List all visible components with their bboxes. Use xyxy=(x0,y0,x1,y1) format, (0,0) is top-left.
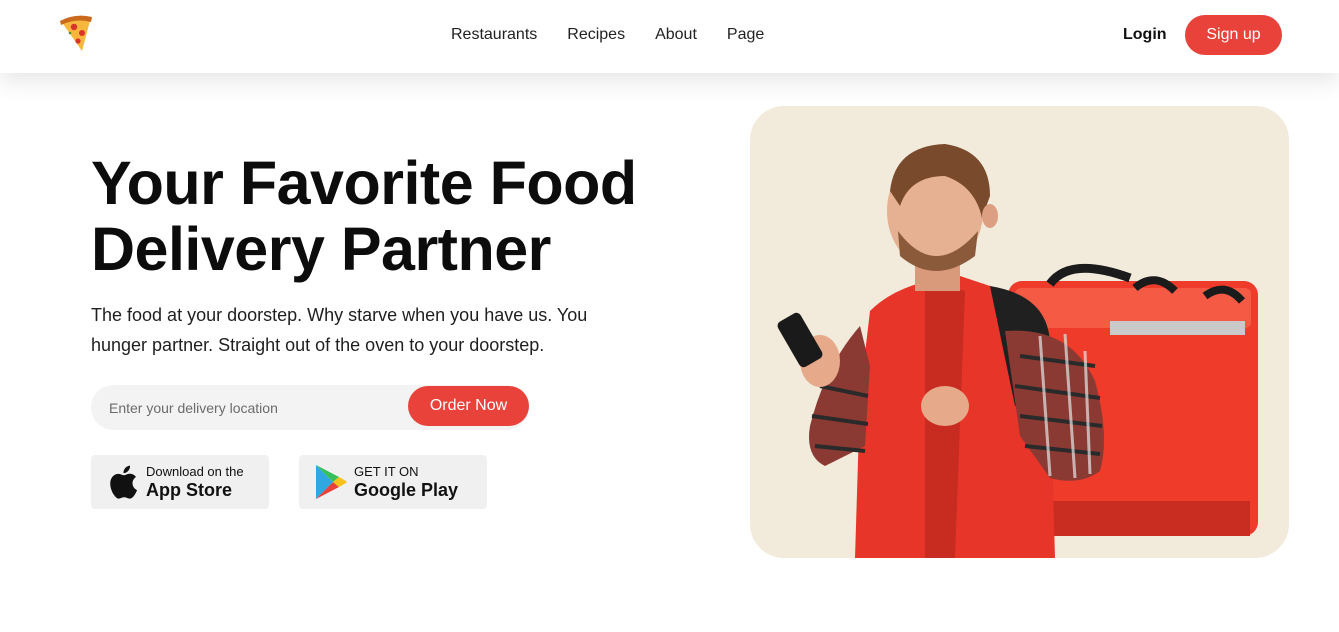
signup-button[interactable]: Sign up xyxy=(1185,15,1282,55)
delivery-search-bar: Order Now xyxy=(91,385,529,430)
top-navbar: Restaurants Recipes About Page Login Sig… xyxy=(0,0,1339,73)
main-nav: Restaurants Recipes About Page xyxy=(451,24,764,46)
nav-recipes[interactable]: Recipes xyxy=(567,24,625,46)
google-play-button[interactable]: GET IT ON Google Play xyxy=(299,455,487,509)
pizza-logo-icon[interactable] xyxy=(58,13,96,55)
hero-subtitle: The food at your doorstep. Why starve wh… xyxy=(91,305,588,355)
google-play-icon xyxy=(315,464,347,500)
hero-title: Your Favorite Food Delivery Partner xyxy=(91,149,637,283)
apple-icon xyxy=(107,464,139,500)
nav-page[interactable]: Page xyxy=(727,24,764,46)
google-play-big-text: Google Play xyxy=(354,479,459,500)
nav-restaurants[interactable]: Restaurants xyxy=(451,24,537,46)
app-store-button[interactable]: Download on the App Store xyxy=(91,455,269,509)
app-store-small-text: Download on the xyxy=(146,463,244,479)
delivery-man-photo xyxy=(750,106,1289,558)
order-now-button[interactable]: Order Now xyxy=(408,386,529,426)
google-play-small-text: GET IT ON xyxy=(354,463,419,479)
delivery-location-input[interactable] xyxy=(109,397,399,419)
app-store-big-text: App Store xyxy=(146,479,233,500)
nav-about[interactable]: About xyxy=(655,24,697,46)
login-link[interactable]: Login xyxy=(1123,24,1167,46)
